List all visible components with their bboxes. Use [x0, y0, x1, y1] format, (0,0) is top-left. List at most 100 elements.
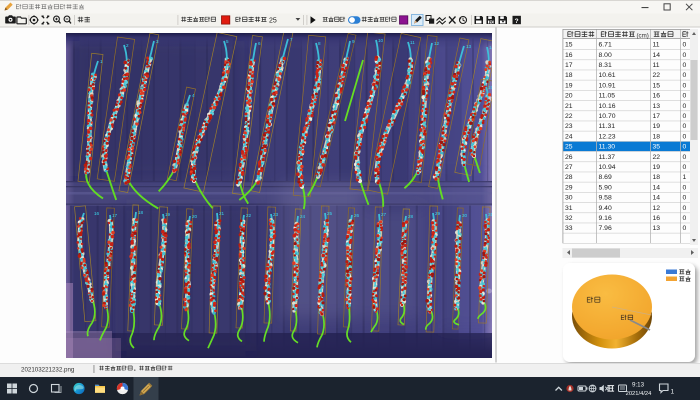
svg-text:0: 0 — [683, 42, 687, 49]
svg-text:14: 14 — [653, 184, 661, 191]
svg-text:18: 18 — [565, 72, 573, 79]
svg-text:0: 0 — [683, 133, 687, 140]
svg-text:10.16: 10.16 — [599, 103, 616, 110]
svg-text:0: 0 — [683, 195, 687, 202]
svg-text:23: 23 — [273, 212, 279, 217]
svg-text:14: 14 — [653, 52, 661, 59]
svg-text:1: 1 — [671, 389, 675, 396]
svg-text:18: 18 — [653, 133, 661, 140]
svg-text:31: 31 — [565, 205, 573, 212]
svg-text:9.40: 9.40 — [599, 205, 612, 212]
svg-text:0: 0 — [683, 225, 687, 232]
svg-text:19: 19 — [565, 82, 573, 89]
svg-text:1: 1 — [100, 59, 103, 64]
svg-text:16: 16 — [653, 215, 661, 222]
svg-text:26: 26 — [354, 213, 360, 218]
svg-text:11: 11 — [410, 40, 415, 45]
svg-text:21: 21 — [565, 103, 573, 110]
svg-text:12: 12 — [653, 205, 661, 212]
svg-text:9: 9 — [352, 39, 355, 44]
svg-text:202103221232.png: 202103221232.png — [21, 367, 75, 374]
svg-text:7: 7 — [290, 37, 293, 42]
svg-text:28: 28 — [565, 174, 573, 181]
svg-text:10.91: 10.91 — [599, 82, 616, 89]
svg-text:16: 16 — [565, 52, 573, 59]
svg-text:3: 3 — [156, 39, 159, 44]
svg-text:0: 0 — [683, 62, 687, 69]
svg-text:0: 0 — [683, 215, 687, 222]
svg-text:8: 8 — [318, 41, 321, 46]
svg-text:0: 0 — [683, 93, 687, 100]
svg-text:20: 20 — [565, 93, 573, 100]
svg-text:17: 17 — [565, 62, 573, 69]
svg-text:9.58: 9.58 — [599, 195, 612, 202]
svg-text:18: 18 — [138, 210, 144, 215]
svg-text:0: 0 — [683, 205, 687, 212]
svg-text:14: 14 — [653, 195, 661, 202]
svg-text:0: 0 — [683, 52, 687, 59]
svg-text:17: 17 — [653, 113, 661, 120]
svg-text:10.70: 10.70 — [599, 113, 616, 120]
svg-text:24: 24 — [300, 214, 306, 219]
svg-text:2021/4/24: 2021/4/24 — [626, 391, 653, 397]
svg-text:24: 24 — [565, 133, 573, 140]
svg-text:11.30: 11.30 — [599, 144, 616, 151]
svg-text:5: 5 — [226, 39, 229, 44]
svg-text:27: 27 — [381, 212, 387, 217]
svg-text:22: 22 — [246, 213, 252, 218]
svg-text:8.69: 8.69 — [599, 174, 612, 181]
svg-text:6.71: 6.71 — [599, 42, 612, 49]
svg-text:16: 16 — [653, 93, 661, 100]
svg-text:15: 15 — [653, 82, 661, 89]
svg-text:25: 25 — [565, 144, 573, 151]
svg-text:15: 15 — [565, 42, 573, 49]
svg-text:16: 16 — [94, 211, 100, 216]
svg-text:8.00: 8.00 — [599, 52, 612, 59]
svg-text:11.37: 11.37 — [599, 154, 616, 161]
svg-text:29: 29 — [435, 211, 441, 216]
svg-text:23: 23 — [565, 123, 573, 130]
svg-text:11: 11 — [653, 42, 660, 49]
svg-text:0: 0 — [683, 82, 687, 89]
svg-text:0: 0 — [683, 144, 687, 151]
svg-text:0: 0 — [683, 184, 687, 191]
svg-text:6: 6 — [258, 41, 261, 46]
svg-text:11: 11 — [653, 62, 660, 69]
svg-text:25: 25 — [269, 18, 277, 25]
svg-text:0: 0 — [683, 113, 687, 120]
svg-text:10: 10 — [378, 38, 384, 43]
svg-text:20: 20 — [192, 214, 198, 219]
svg-text:8.31: 8.31 — [599, 62, 612, 69]
svg-text:21: 21 — [219, 211, 225, 216]
svg-text:22: 22 — [565, 113, 573, 120]
svg-text:22: 22 — [653, 72, 661, 79]
svg-text:29: 29 — [565, 184, 573, 191]
svg-text:27: 27 — [565, 164, 573, 171]
svg-text:5.90: 5.90 — [599, 184, 612, 191]
svg-text:28: 28 — [408, 214, 414, 219]
svg-text:11.31: 11.31 — [599, 123, 616, 130]
svg-text:1: 1 — [683, 174, 687, 181]
svg-text:?: ? — [515, 18, 519, 25]
svg-text:22: 22 — [653, 154, 661, 161]
svg-text:32: 32 — [565, 215, 573, 222]
svg-text:25: 25 — [327, 211, 333, 216]
svg-text:10.94: 10.94 — [599, 164, 616, 171]
svg-text:0: 0 — [683, 164, 687, 171]
svg-text:26: 26 — [565, 154, 573, 161]
svg-text:(cm): (cm) — [637, 33, 649, 40]
svg-text:2: 2 — [126, 43, 129, 48]
svg-text:9.16: 9.16 — [599, 215, 612, 222]
svg-text:13: 13 — [466, 44, 472, 49]
svg-text:18: 18 — [653, 174, 661, 181]
svg-text:R: R — [489, 20, 493, 26]
svg-text:17: 17 — [112, 213, 118, 218]
svg-text:10.61: 10.61 — [599, 72, 616, 79]
svg-text:4: 4 — [192, 93, 195, 98]
svg-text:9:13: 9:13 — [632, 382, 645, 389]
svg-text:19: 19 — [165, 212, 171, 217]
svg-text:19: 19 — [653, 164, 661, 171]
svg-text:33: 33 — [565, 225, 573, 232]
svg-text:30: 30 — [565, 195, 573, 202]
svg-text:19: 19 — [653, 123, 661, 130]
